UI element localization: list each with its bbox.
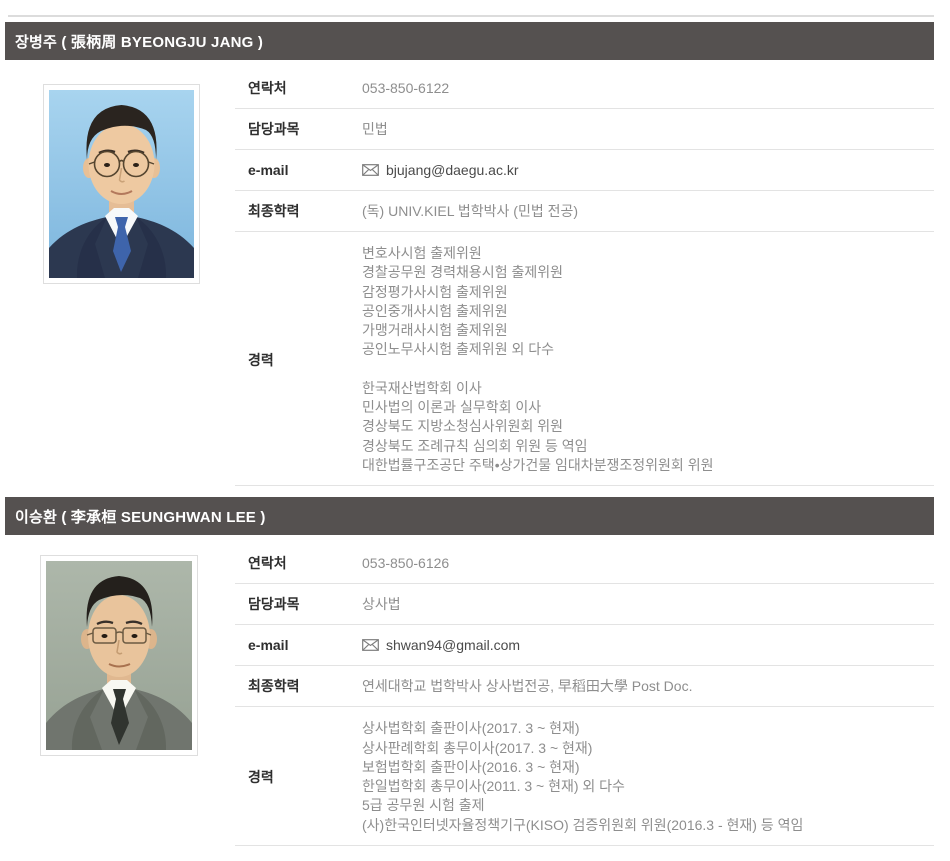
profile-field-table: 연락처 053-850-6126 담당과목 상사법 e-mail shwan94…: [235, 543, 934, 846]
field-label: 경력: [235, 350, 362, 370]
subject-value: 민법: [362, 119, 388, 139]
top-divider: [8, 15, 934, 17]
field-label: 연락처: [235, 553, 362, 573]
career-line: 경찰공무원 경력채용시험 출제위원: [362, 263, 713, 282]
career-line: 상사법학회 출판이사(2017. 3 ~ 현재): [362, 719, 803, 738]
career-line: 변호사시험 출제위원: [362, 244, 713, 263]
field-row-contact: 연락처 053-850-6122: [235, 68, 934, 109]
profile-name-title: 이승환 ( 李承桓 SEUNGHWAN LEE ): [15, 506, 266, 527]
portrait-illustration: [49, 90, 194, 278]
field-row-career: 경력 상사법학회 출판이사(2017. 3 ~ 현재) 상사판례학회 총무이사(…: [235, 707, 934, 846]
field-row-subject: 담당과목 상사법: [235, 584, 934, 625]
field-label: 담당과목: [235, 119, 362, 139]
field-row-email: e-mail shwan94@gmail.com: [235, 625, 934, 666]
portrait-illustration: [46, 561, 192, 750]
email-address: shwan94@gmail.com: [386, 637, 520, 653]
field-label: 연락처: [235, 78, 362, 98]
profile-photo: [40, 555, 198, 756]
career-line: 민사법의 이론과 실무학회 이사: [362, 398, 713, 417]
photo-column: [5, 535, 235, 846]
career-line: 한일법학회 총무이사(2011. 3 ~ 현재) 외 다수: [362, 777, 803, 796]
field-label: 최종학력: [235, 676, 362, 696]
field-label: 담당과목: [235, 594, 362, 614]
profile-section: 연락처 053-850-6126 담당과목 상사법 e-mail shwan94…: [5, 535, 934, 846]
email-link[interactable]: bjujang@daegu.ac.kr: [362, 162, 519, 178]
field-row-education: 최종학력 (독) UNIV.KIEL 법학박사 (민법 전공): [235, 191, 934, 232]
career-line: (사)한국인터넷자율정책기구(KISO) 검증위원회 위원(2016.3 - 현…: [362, 816, 803, 835]
field-label: e-mail: [235, 162, 362, 178]
career-group: 상사법학회 출판이사(2017. 3 ~ 현재) 상사판례학회 총무이사(201…: [362, 719, 803, 835]
education-value: 연세대학교 법학박사 상사법전공, 早稻田大學 Post Doc.: [362, 676, 692, 696]
career-line: 경상북도 조례규칙 심의회 위원 등 역임: [362, 437, 713, 456]
photo-column: [5, 60, 235, 486]
email-link[interactable]: shwan94@gmail.com: [362, 637, 520, 653]
career-line: 상사판례학회 총무이사(2017. 3 ~ 현재): [362, 739, 803, 758]
education-value: (독) UNIV.KIEL 법학박사 (민법 전공): [362, 201, 578, 221]
career-line: 대한법률구조공단 주택•상가건물 임대차분쟁조정위원회 위원: [362, 456, 713, 475]
contact-value: 053-850-6126: [362, 555, 449, 571]
career-line: 경상북도 지방소청심사위원회 위원: [362, 417, 713, 436]
career-group: 변호사시험 출제위원 경찰공무원 경력채용시험 출제위원 감정평가사시험 출제위…: [362, 244, 713, 360]
envelope-icon: [362, 639, 379, 651]
profile-header-bar: 이승환 ( 李承桓 SEUNGHWAN LEE ): [5, 497, 934, 535]
field-label: 최종학력: [235, 201, 362, 221]
profile-section: 연락처 053-850-6122 담당과목 민법 e-mail bjujang@…: [5, 60, 934, 486]
career-line: 5급 공무원 시험 출제: [362, 796, 803, 815]
profile-header-bar: 장병주 ( 張柄周 BYEONGJU JANG ): [5, 22, 934, 60]
field-row-email: e-mail bjujang@daegu.ac.kr: [235, 150, 934, 191]
email-address: bjujang@daegu.ac.kr: [386, 162, 519, 178]
envelope-icon: [362, 164, 379, 176]
career-list: 상사법학회 출판이사(2017. 3 ~ 현재) 상사판례학회 총무이사(201…: [362, 719, 803, 835]
career-line: 공인노무사시험 출제위원 외 다수: [362, 340, 713, 359]
field-row-contact: 연락처 053-850-6126: [235, 543, 934, 584]
field-row-career: 경력 변호사시험 출제위원 경찰공무원 경력채용시험 출제위원 감정평가사시험 …: [235, 232, 934, 486]
career-line: 가맹거래사시험 출제위원: [362, 321, 713, 340]
profile-photo: [43, 84, 200, 284]
subject-value: 상사법: [362, 594, 401, 614]
field-row-subject: 담당과목 민법: [235, 109, 934, 150]
career-line: 감정평가사시험 출제위원: [362, 283, 713, 302]
faculty-profile-page: 장병주 ( 張柄周 BYEONGJU JANG ): [0, 15, 950, 846]
career-list: 변호사시험 출제위원 경찰공무원 경력채용시험 출제위원 감정평가사시험 출제위…: [362, 244, 713, 475]
contact-value: 053-850-6122: [362, 80, 449, 96]
profile-field-table: 연락처 053-850-6122 담당과목 민법 e-mail bjujang@…: [235, 68, 934, 486]
career-line: 보험법학회 출판이사(2016. 3 ~ 현재): [362, 758, 803, 777]
field-label: e-mail: [235, 637, 362, 653]
field-label: 경력: [235, 767, 362, 787]
career-group: 한국재산법학회 이사 민사법의 이론과 실무학회 이사 경상북도 지방소청심사위…: [362, 379, 713, 475]
profile-name-title: 장병주 ( 張柄周 BYEONGJU JANG ): [15, 31, 263, 52]
career-line: 한국재산법학회 이사: [362, 379, 713, 398]
field-row-education: 최종학력 연세대학교 법학박사 상사법전공, 早稻田大學 Post Doc.: [235, 666, 934, 707]
career-line: 공인중개사시험 출제위원: [362, 302, 713, 321]
